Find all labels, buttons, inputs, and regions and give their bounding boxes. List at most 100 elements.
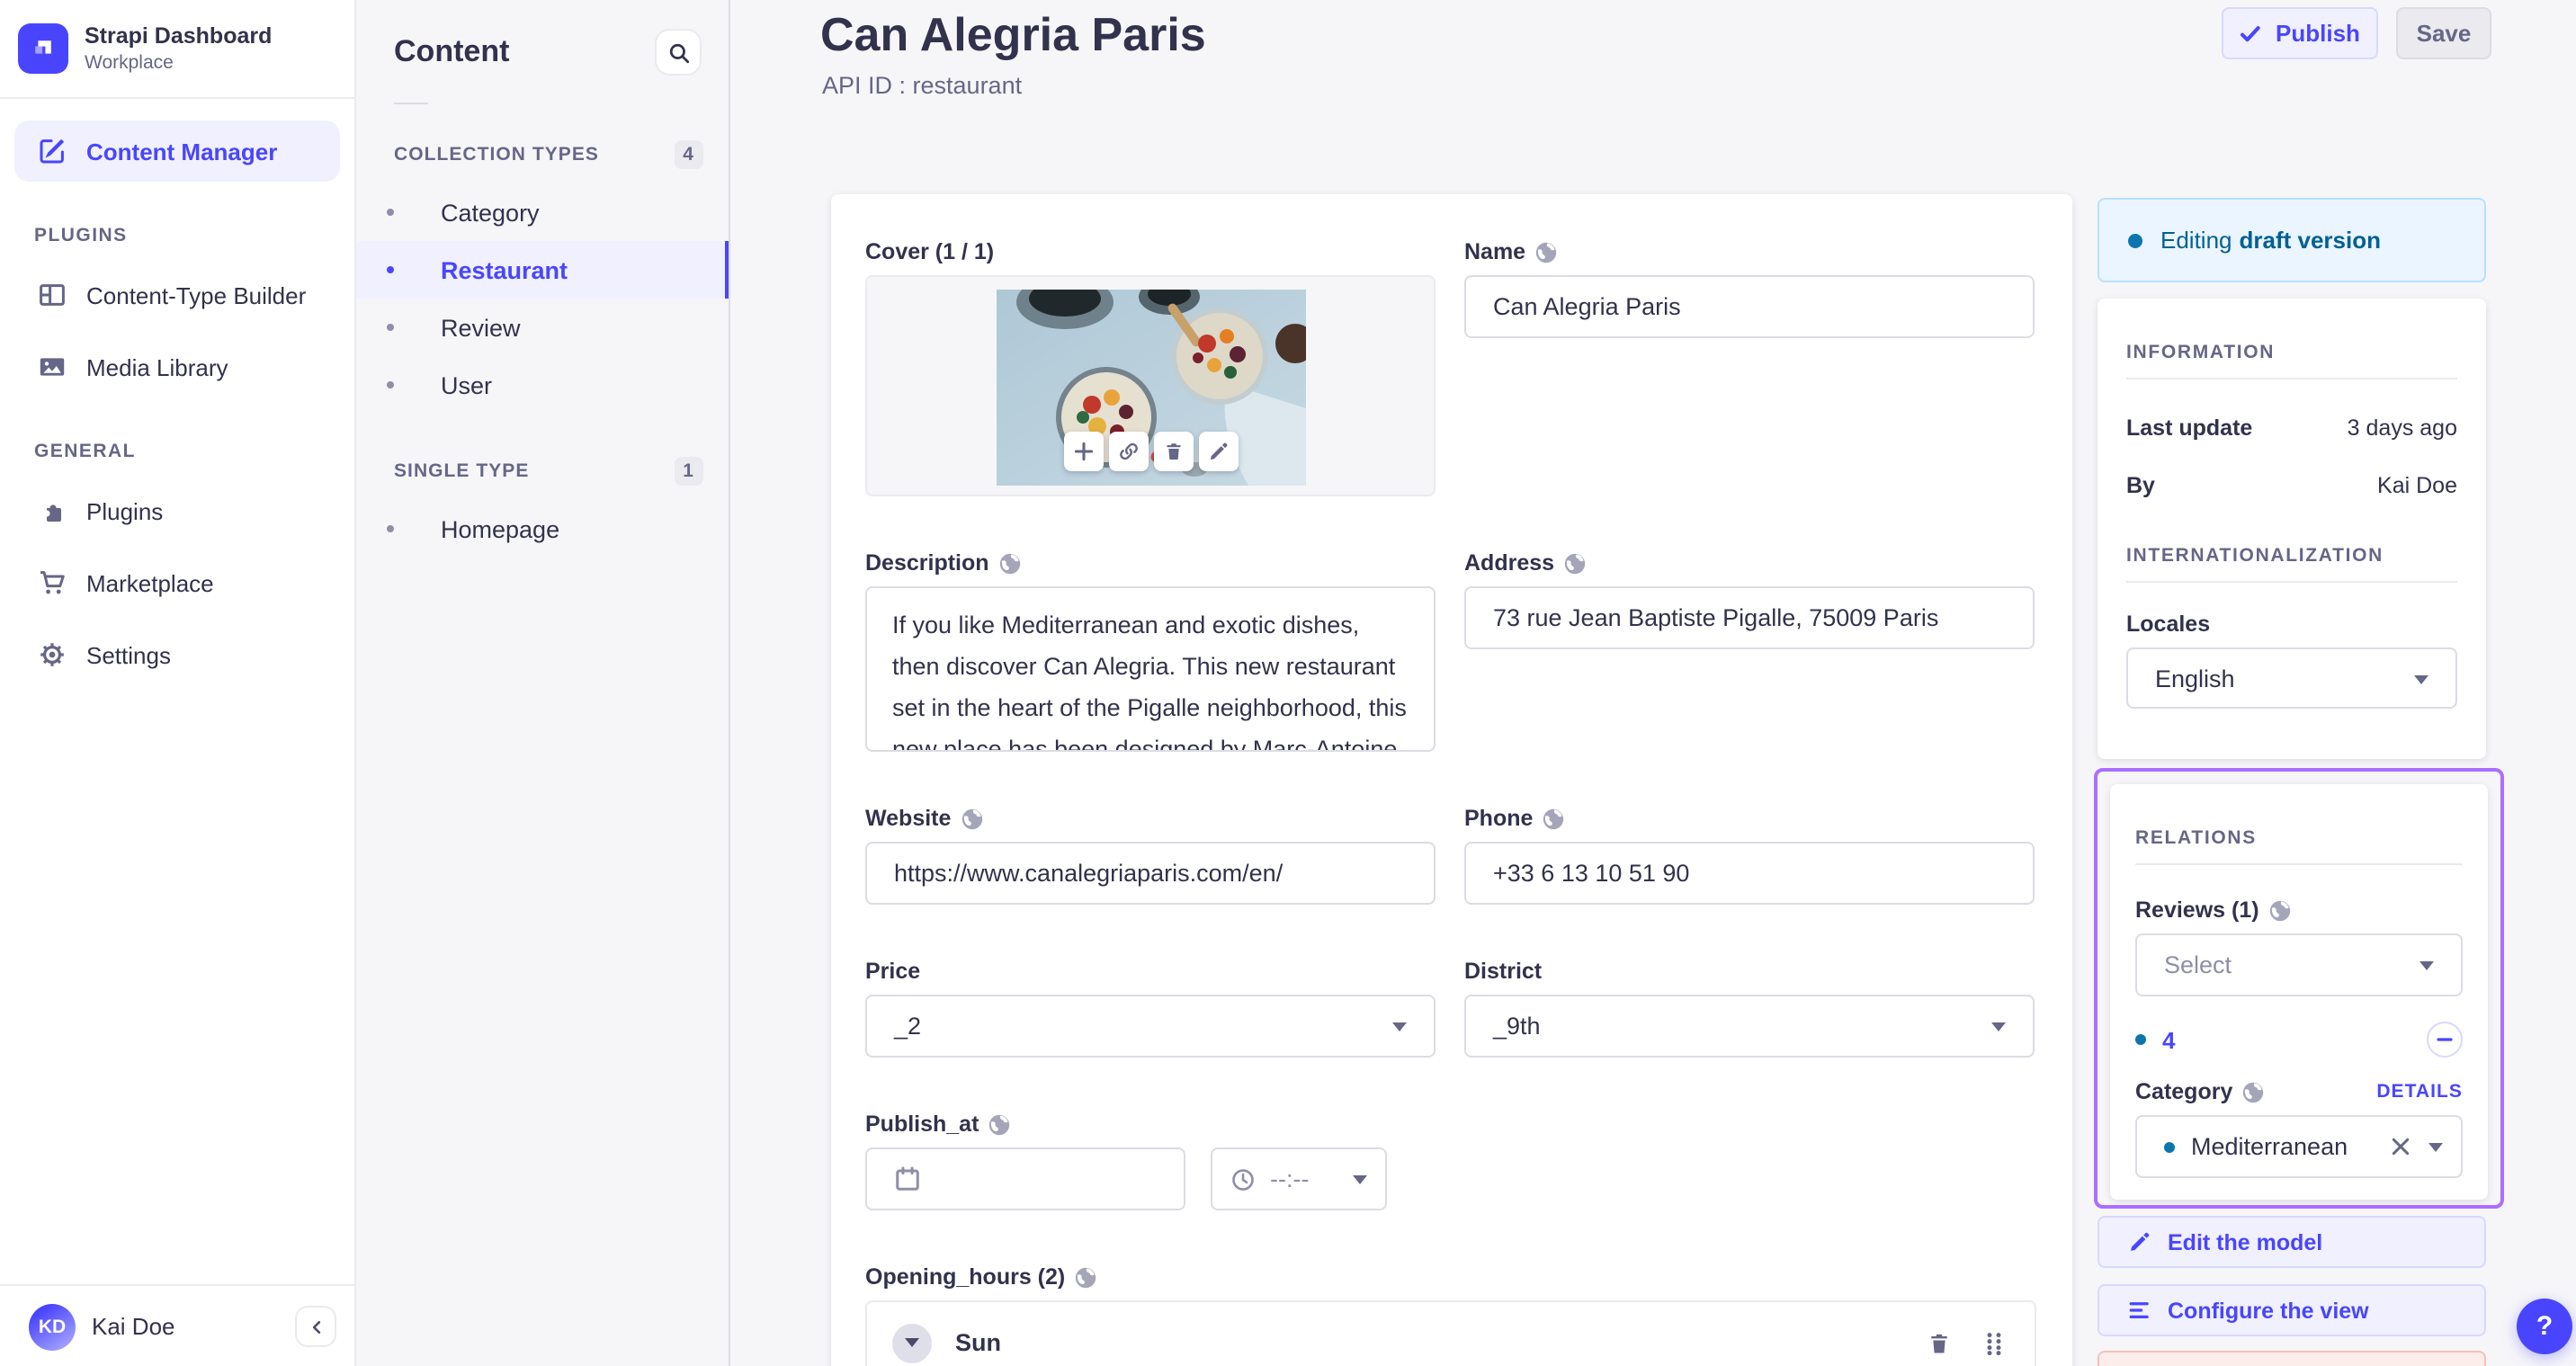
details-link[interactable]: DETAILS: [2376, 1081, 2463, 1103]
avatar[interactable]: KD: [29, 1303, 76, 1350]
website-field: Website https://www.canalegriaparis.com/…: [865, 806, 1436, 905]
cart-icon: [38, 568, 67, 597]
strapi-logo-icon: [18, 23, 68, 74]
information-title: INFORMATION: [2126, 342, 2276, 363]
delete-media-button[interactable]: [1153, 432, 1193, 471]
edit-form-card: Cover (1 / 1) Name Can Alegria Paris Des…: [831, 194, 2072, 1366]
price-field: Price _2: [865, 959, 1436, 1058]
phone-input[interactable]: +33 6 13 10 51 90: [1464, 842, 2035, 905]
sidebar-item-settings[interactable]: Settings: [14, 624, 340, 685]
price-select[interactable]: _2: [865, 995, 1436, 1058]
save-button[interactable]: Save: [2396, 7, 2491, 59]
sidebar-item-content-manager[interactable]: Content Manager: [14, 121, 340, 182]
draft-status-dot-icon: [2164, 1141, 2175, 1152]
chevron-down-icon: [1353, 1175, 1367, 1192]
drag-handle-icon[interactable]: [1982, 1330, 2006, 1355]
sidebar-section-plugins: PLUGINS: [34, 225, 128, 246]
edit-model-button[interactable]: Edit the model: [2097, 1216, 2486, 1268]
search-button[interactable]: [655, 29, 702, 76]
reviews-select[interactable]: Select: [2135, 933, 2463, 996]
delete-entry-button[interactable]: [2097, 1351, 2486, 1366]
cover-toolbar: [1063, 432, 1238, 471]
time-placeholder: --:--: [1270, 1165, 1310, 1192]
help-button[interactable]: ?: [2517, 1299, 2572, 1354]
workspace-label: Workplace: [85, 52, 174, 74]
category-value: Mediterranean: [2191, 1133, 2348, 1160]
category-select[interactable]: Mediterranean: [2135, 1115, 2463, 1178]
subnav-item-label: User: [441, 371, 493, 398]
relation-item-row: 4: [2135, 1022, 2463, 1058]
clear-icon[interactable]: [2391, 1137, 2411, 1156]
cover-field-label: Cover (1 / 1): [865, 239, 995, 264]
accordion-row-sun[interactable]: Sun: [867, 1302, 2035, 1366]
by-label: By: [2126, 473, 2155, 498]
collapse-sidebar-button[interactable]: [295, 1306, 336, 1347]
date-picker-input[interactable]: [865, 1147, 1185, 1210]
sidebar-item-content-type-builder[interactable]: Content-Type Builder: [14, 264, 340, 326]
information-card: INFORMATION Last update 3 days ago By Ka…: [2097, 299, 2486, 759]
publish-label: Publish: [2276, 20, 2360, 47]
subnav-item-review[interactable]: Review: [356, 299, 729, 356]
relations-title: RELATIONS: [2135, 827, 2257, 849]
district-field: District _9th: [1464, 959, 2035, 1058]
sidebar-item-label: Plugins: [86, 497, 164, 524]
sidebar-item-label: Content-Type Builder: [86, 281, 307, 308]
relation-link[interactable]: 4: [2162, 1026, 2175, 1053]
subnav-item-category[interactable]: Category: [356, 183, 729, 241]
address-input[interactable]: 73 rue Jean Baptiste Pigalle, 75009 Pari…: [1464, 586, 2035, 649]
globe-icon: [2241, 1080, 2265, 1103]
sidebar-section-general: GENERAL: [34, 441, 136, 462]
draft-banner-version: draft version: [2239, 227, 2382, 254]
copy-link-button[interactable]: [1108, 432, 1148, 471]
trash-icon: [1162, 441, 1184, 462]
subnav-title: Content: [394, 34, 510, 68]
pencil-icon: [1207, 441, 1229, 462]
add-media-button[interactable]: [1063, 432, 1103, 471]
publish-at-field-label: Publish_at: [865, 1112, 979, 1137]
app-title: Strapi Dashboard: [85, 23, 273, 49]
plus-icon: [1072, 441, 1094, 462]
subnav-item-label: Review: [441, 314, 521, 341]
locales-select[interactable]: English: [2126, 647, 2457, 709]
website-field-label: Website: [865, 806, 952, 831]
media-image-icon: [38, 353, 67, 381]
reviews-label: Reviews (1): [2135, 897, 2259, 923]
divider: [2126, 378, 2457, 379]
globe-icon: [1074, 1265, 1097, 1289]
sidebar-item-marketplace[interactable]: Marketplace: [14, 552, 340, 613]
subnav-item-homepage[interactable]: Homepage: [356, 500, 729, 558]
draft-status-dot-icon: [2128, 233, 2142, 247]
name-input[interactable]: Can Alegria Paris: [1464, 275, 2035, 338]
subnav-item-restaurant[interactable]: Restaurant: [356, 241, 729, 299]
subnav-item-label: Restaurant: [441, 256, 568, 283]
website-value: https://www.canalegriaparis.com/en/: [894, 860, 1284, 887]
description-textarea[interactable]: If you like Mediterranean and exotic dis…: [865, 586, 1436, 752]
feather-pen-icon: [38, 137, 67, 165]
price-value: _2: [894, 1013, 922, 1040]
check-icon: [2240, 22, 2261, 44]
district-select[interactable]: _9th: [1464, 995, 2035, 1058]
expand-toggle-button[interactable]: [892, 1323, 932, 1362]
sidebar-item-plugins[interactable]: Plugins: [14, 480, 340, 541]
bullet-icon: [387, 324, 394, 331]
address-field-label: Address: [1464, 550, 1555, 576]
sidebar-item-media-library[interactable]: Media Library: [14, 336, 340, 397]
edit-media-button[interactable]: [1198, 432, 1238, 471]
configure-view-button[interactable]: Configure the view: [2097, 1284, 2486, 1336]
opening-hours-field-label: Opening_hours (2): [865, 1264, 1066, 1290]
strapi-dashboard: Strapi Dashboard Workplace Content Manag…: [0, 0, 2576, 1366]
time-picker-input[interactable]: --:--: [1211, 1147, 1387, 1210]
divider: [394, 103, 428, 104]
workspace-switcher[interactable]: Strapi Dashboard Workplace: [0, 0, 354, 97]
remove-relation-button[interactable]: [2427, 1022, 2463, 1058]
district-field-label: District: [1464, 959, 1543, 984]
publish-button[interactable]: Publish: [2222, 7, 2378, 59]
subnav-item-user[interactable]: User: [356, 356, 729, 414]
sidebar-item-label: Media Library: [86, 353, 228, 380]
bullet-icon: [387, 381, 394, 388]
delete-component-button[interactable]: [1927, 1330, 1952, 1355]
cover-upload-zone[interactable]: [865, 275, 1436, 496]
name-field: Name Can Alegria Paris: [1464, 239, 2035, 338]
reviews-placeholder: Select: [2164, 951, 2232, 978]
website-input[interactable]: https://www.canalegriaparis.com/en/: [865, 842, 1436, 905]
